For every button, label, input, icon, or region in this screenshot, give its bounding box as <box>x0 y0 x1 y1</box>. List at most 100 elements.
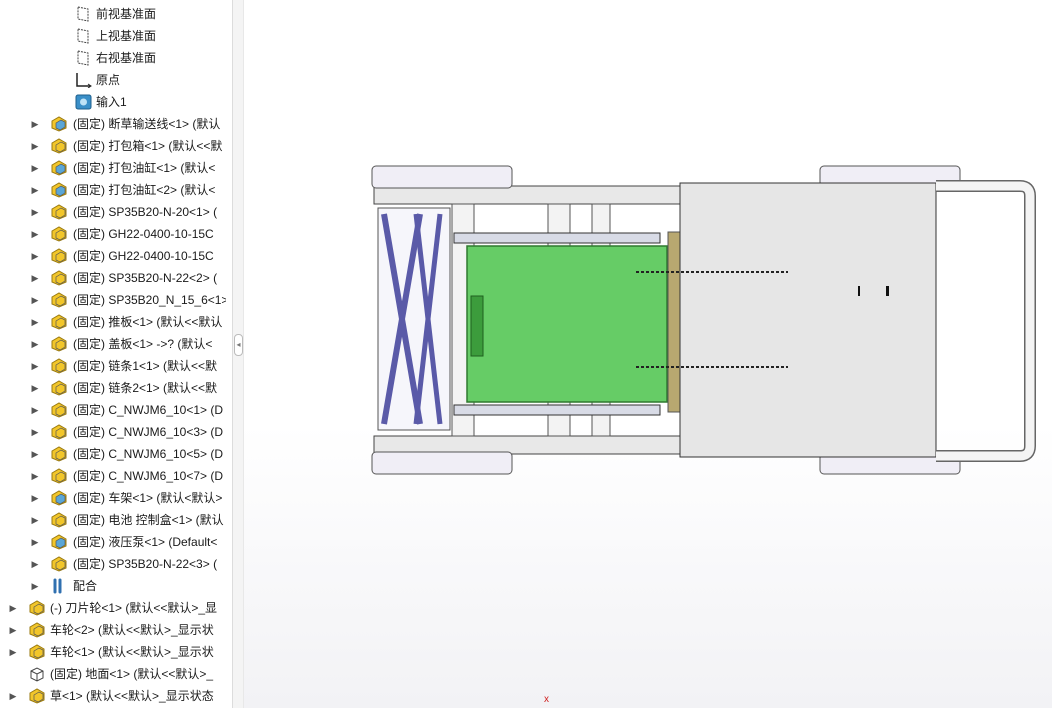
control-box-body <box>679 182 937 458</box>
tree-item-label: (-) 刀片轮<1> (默认<<默认>_显 <box>50 601 218 615</box>
tree-item-label: 原点 <box>96 73 121 87</box>
tree-item-label: 上视基准面 <box>96 29 157 43</box>
tree-item-label: (固定) SP35B20-N-22<3> ( <box>73 557 218 571</box>
tree-item[interactable]: ▶ 草<1> (默认<<默认>_显示状态 <box>0 685 226 707</box>
expand-arrow-icon[interactable]: ▶ <box>30 135 40 157</box>
tree-item[interactable]: ▶ (固定) SP35B20-N-22<2> ( <box>0 267 226 289</box>
expand-arrow-icon[interactable]: ▶ <box>30 531 40 553</box>
tree-item[interactable]: ▶ 车轮<2> (默认<<默认>_显示状 <box>0 619 226 641</box>
tree-item[interactable]: 原点 <box>0 69 226 91</box>
frame-top-rail <box>373 185 685 205</box>
tree-item[interactable]: ▶ (固定) 打包油缸<1> (默认< <box>0 157 226 179</box>
expand-arrow-icon[interactable]: ▶ <box>30 487 40 509</box>
expand-arrow-icon[interactable]: ▶ <box>30 289 40 311</box>
graphics-area[interactable]: x <box>244 0 1052 708</box>
tree-item[interactable]: ▶ (固定) 链条1<1> (默认<<默 <box>0 355 226 377</box>
expand-arrow-icon[interactable]: ▶ <box>30 465 40 487</box>
tree-item[interactable]: 上视基准面 <box>0 25 226 47</box>
panel-splitter[interactable]: ◂ <box>232 0 244 708</box>
expand-arrow-icon[interactable]: ▶ <box>8 685 18 707</box>
expand-arrow-icon[interactable]: ▶ <box>30 421 40 443</box>
tree-item[interactable]: ▶ (固定) 车架<1> (默认<默认> <box>0 487 226 509</box>
expand-arrow-icon[interactable]: ▶ <box>30 509 40 531</box>
tree-item-label: (固定) SP35B20_N_15_6<1> <box>73 293 226 307</box>
tree-item[interactable]: ▶ 车轮<1> (默认<<默认>_显示状 <box>0 641 226 663</box>
expand-arrow-icon[interactable]: ▶ <box>30 223 40 245</box>
expand-arrow-icon[interactable]: ▶ <box>30 377 40 399</box>
part-icon <box>50 292 68 308</box>
expand-arrow-icon[interactable]: ▶ <box>30 553 40 575</box>
front-right-wheel <box>371 451 513 475</box>
part-icon <box>28 622 46 638</box>
expand-arrow-icon[interactable]: ▶ <box>30 245 40 267</box>
tree-item[interactable]: 输入1 <box>0 91 226 113</box>
part-icon <box>50 270 68 286</box>
tree-item[interactable]: ▶ (固定) 盖板<1> ->? (默认< <box>0 333 226 355</box>
tree-item[interactable]: (固定) 地面<1> (默认<<默认>_ <box>0 663 226 685</box>
expand-arrow-icon[interactable]: ▶ <box>30 333 40 355</box>
expand-arrow-icon[interactable]: ▶ <box>8 597 18 619</box>
collapse-panel-handle[interactable]: ◂ <box>234 334 243 356</box>
tree-item[interactable]: ▶ (固定) C_NWJM6_10<5> (D <box>0 443 226 465</box>
tree-item-label: (固定) 链条2<1> (默认<<默 <box>73 381 218 395</box>
expand-arrow-icon[interactable]: ▶ <box>30 311 40 333</box>
expand-arrow-icon[interactable]: ▶ <box>30 575 40 597</box>
tree-item[interactable]: ▶ (固定) C_NWJM6_10<3> (D <box>0 421 226 443</box>
subassembly-icon <box>50 160 68 176</box>
tree-item[interactable]: ▶ (固定) 打包箱<1> (默认<<默 <box>0 135 226 157</box>
tree-item[interactable]: ▶ (固定) SP35B20_N_15_6<1> <box>0 289 226 311</box>
tree-item[interactable]: ▶ (-) 刀片轮<1> (默认<<默认>_显 <box>0 597 226 619</box>
expand-arrow-icon[interactable]: ▶ <box>30 267 40 289</box>
hydraulic-cylinder-top <box>453 232 661 244</box>
part-icon <box>50 468 68 484</box>
tree-item-label: (固定) C_NWJM6_10<7> (D <box>73 469 224 483</box>
expand-arrow-icon[interactable]: ▶ <box>8 641 18 663</box>
expand-arrow-icon[interactable]: ▶ <box>30 355 40 377</box>
expand-arrow-icon[interactable]: ▶ <box>30 399 40 421</box>
part-icon <box>50 512 68 528</box>
tree-item[interactable]: ▶ (固定) 链条2<1> (默认<<默 <box>0 377 226 399</box>
tree-item[interactable]: ▶ (固定) 打包油缸<2> (默认< <box>0 179 226 201</box>
tree-item-label: (固定) 电池 控制盒<1> (默认 <box>73 513 224 527</box>
tree-item[interactable]: ▶ (固定) 液压泵<1> (Default< <box>0 531 226 553</box>
part-icon <box>28 644 46 660</box>
expand-arrow-icon[interactable]: ▶ <box>30 179 40 201</box>
tree-item[interactable]: ▶ (固定) C_NWJM6_10<7> (D <box>0 465 226 487</box>
expand-arrow-icon[interactable]: ▶ <box>8 619 18 641</box>
tree-item[interactable]: 右视基准面 <box>0 47 226 69</box>
expand-arrow-icon[interactable]: ▶ <box>30 443 40 465</box>
subassembly-icon <box>50 116 68 132</box>
expand-arrow-icon[interactable]: ▶ <box>30 113 40 135</box>
tree-item[interactable]: ▶ (固定) SP35B20-N-22<3> ( <box>0 553 226 575</box>
tree-item[interactable]: ▶ (固定) 电池 控制盒<1> (默认 <box>0 509 226 531</box>
part-icon <box>50 380 68 396</box>
tree-item[interactable]: ▶ (固定) GH22-0400-10-15C <box>0 245 226 267</box>
tree-item-label: (固定) 打包油缸<2> (默认< <box>73 183 216 197</box>
tree-item[interactable]: 前视基准面 <box>0 3 226 25</box>
frame-bottom-rail <box>373 435 685 455</box>
subassembly-icon <box>50 182 68 198</box>
tree-item-label: 输入1 <box>96 95 127 109</box>
imported-body-icon <box>74 94 92 110</box>
expand-arrow-icon[interactable]: ▶ <box>30 157 40 179</box>
tree-item[interactable]: ▶ (固定) C_NWJM6_10<1> (D <box>0 399 226 421</box>
part-icon <box>50 358 68 374</box>
packing-box-handle <box>470 295 484 357</box>
plane-icon <box>74 6 92 22</box>
tree-item[interactable]: ▶ 配合 <box>0 575 226 597</box>
handle-bar-inner <box>936 181 1035 461</box>
part-icon <box>50 248 68 264</box>
part-icon <box>50 204 68 220</box>
axis-triad: x <box>544 694 549 705</box>
tree-item[interactable]: ▶ (固定) SP35B20-N-20<1> ( <box>0 201 226 223</box>
tree-item-label: (固定) GH22-0400-10-15C <box>73 249 214 263</box>
tree-item-label: 车轮<1> (默认<<默认>_显示状 <box>50 645 214 659</box>
tree-item[interactable]: ▶ (固定) 推板<1> (默认<<默认 <box>0 311 226 333</box>
tree-item-label: 草<1> (默认<<默认>_显示状态 <box>50 689 214 703</box>
tree-item[interactable]: ▶ (固定) 断草输送线<1> (默认 <box>0 113 226 135</box>
expand-arrow-icon[interactable]: ▶ <box>30 201 40 223</box>
tree-item[interactable]: ▶ (固定) GH22-0400-10-15C <box>0 223 226 245</box>
part-icon <box>50 424 68 440</box>
handle-bar <box>936 180 1036 462</box>
tree-item-label: (固定) 盖板<1> ->? (默认< <box>73 337 213 351</box>
